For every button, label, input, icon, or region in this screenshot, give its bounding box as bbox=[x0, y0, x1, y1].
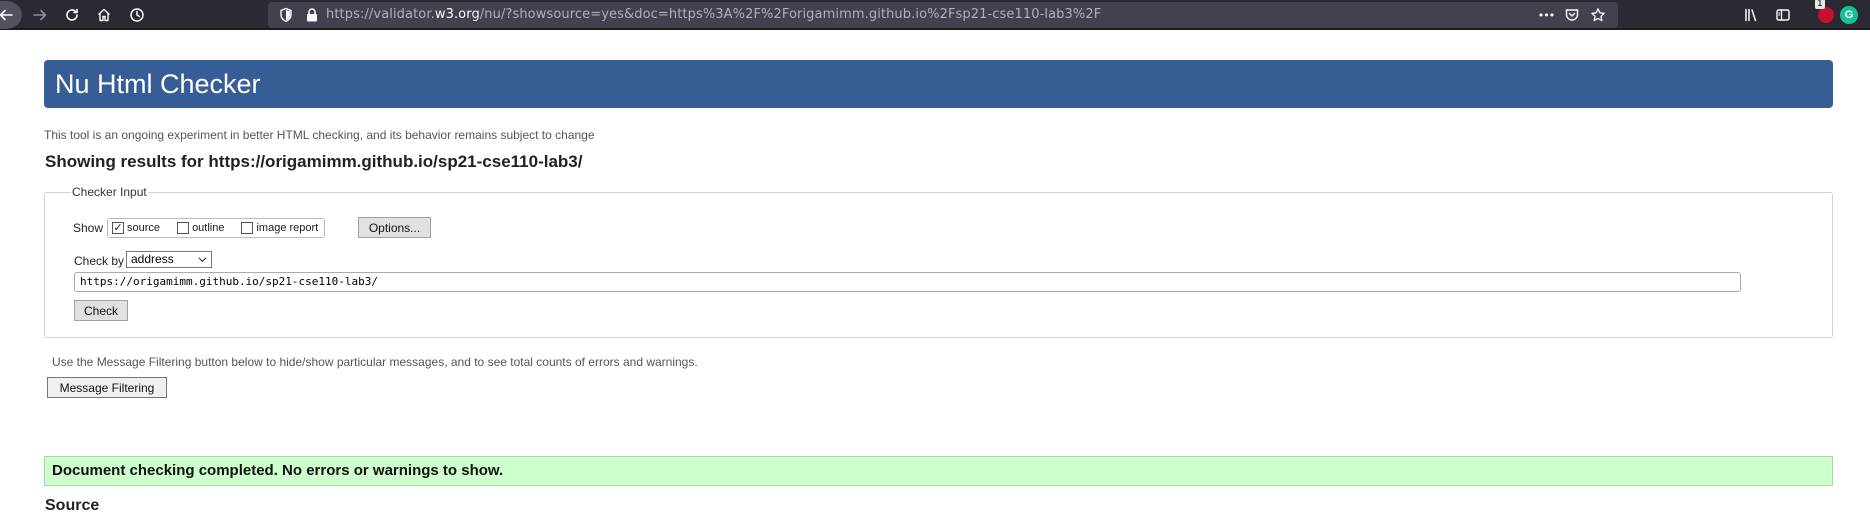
home-button[interactable] bbox=[92, 3, 116, 27]
library-icon bbox=[1745, 8, 1757, 22]
message-filtering-note: Use the Message Filtering button below t… bbox=[52, 355, 698, 369]
source-heading: Source bbox=[45, 497, 100, 514]
source-checkbox[interactable]: ✓ bbox=[112, 222, 125, 234]
url-prefix: https://validator. bbox=[326, 7, 435, 22]
star-icon bbox=[1591, 8, 1605, 22]
show-checkbox-group: ✓ source outline image report bbox=[107, 218, 326, 238]
page-actions-button[interactable]: ••• bbox=[1537, 7, 1555, 23]
check-by-label: Check by bbox=[74, 254, 125, 268]
clock-icon bbox=[130, 8, 144, 22]
source-checkbox-label[interactable]: source bbox=[127, 222, 160, 234]
options-button[interactable]: Options... bbox=[358, 217, 431, 238]
more-icon: ••• bbox=[1537, 8, 1555, 22]
arrow-right-icon bbox=[33, 9, 47, 21]
image-report-checkbox-label[interactable]: image report bbox=[256, 222, 318, 234]
ublock-extension-icon[interactable] bbox=[1818, 7, 1834, 23]
sidebar-icon bbox=[1776, 9, 1790, 21]
success-message: Document checking completed. No errors o… bbox=[44, 456, 1833, 486]
chevron-down-icon bbox=[198, 257, 207, 263]
page-title: Nu Html Checker bbox=[44, 60, 1833, 108]
extension-badge-count: 1 bbox=[1815, 0, 1825, 9]
grammarly-letter: G bbox=[1844, 9, 1854, 21]
arrow-left-icon bbox=[0, 9, 13, 21]
tracking-shield-icon[interactable] bbox=[278, 7, 294, 23]
results-heading: Showing results for https://origamimm.gi… bbox=[45, 152, 583, 171]
bookmark-button[interactable] bbox=[1589, 7, 1607, 23]
url-path: /nu/?showsource=yes&doc=https%3A%2F%2For… bbox=[479, 7, 1102, 22]
outline-checkbox-label[interactable]: outline bbox=[192, 222, 224, 234]
reload-button[interactable] bbox=[60, 3, 84, 27]
address-bar[interactable]: https://validator.w3.org/nu/?showsource=… bbox=[268, 2, 1618, 28]
pocket-icon bbox=[1565, 9, 1579, 21]
library-button[interactable] bbox=[1739, 3, 1763, 27]
check-button[interactable]: Check bbox=[74, 300, 128, 321]
history-button[interactable] bbox=[125, 3, 149, 27]
pocket-button[interactable] bbox=[1563, 7, 1581, 23]
image-report-checkbox[interactable] bbox=[241, 222, 254, 234]
check-by-value: address bbox=[131, 252, 174, 266]
url-text[interactable]: https://validator.w3.org/nu/?showsource=… bbox=[326, 7, 1101, 22]
checker-input-fieldset: Checker Input bbox=[44, 185, 1833, 338]
show-options-row: Show ✓ source outline image report bbox=[73, 218, 326, 238]
grammarly-extension-icon[interactable]: G bbox=[1840, 6, 1858, 24]
back-button[interactable] bbox=[0, 1, 22, 29]
show-label: Show bbox=[73, 221, 104, 235]
message-filtering-button[interactable]: Message Filtering bbox=[47, 377, 167, 398]
checker-input-legend: Checker Input bbox=[72, 185, 147, 199]
tagline: This tool is an ongoing experiment in be… bbox=[44, 128, 595, 142]
sidebar-button[interactable] bbox=[1771, 3, 1795, 27]
lock-icon[interactable] bbox=[304, 7, 320, 23]
forward-button[interactable] bbox=[28, 3, 52, 27]
document-url-input[interactable]: https://origamimm.github.io/sp21-cse110-… bbox=[74, 272, 1741, 292]
check-by-select[interactable]: address bbox=[126, 251, 212, 268]
reload-icon bbox=[66, 8, 78, 21]
url-domain: w3.org bbox=[434, 7, 480, 22]
home-icon bbox=[98, 8, 110, 22]
outline-checkbox[interactable] bbox=[177, 222, 190, 234]
browser-toolbar: https://validator.w3.org/nu/?showsource=… bbox=[0, 0, 1870, 30]
